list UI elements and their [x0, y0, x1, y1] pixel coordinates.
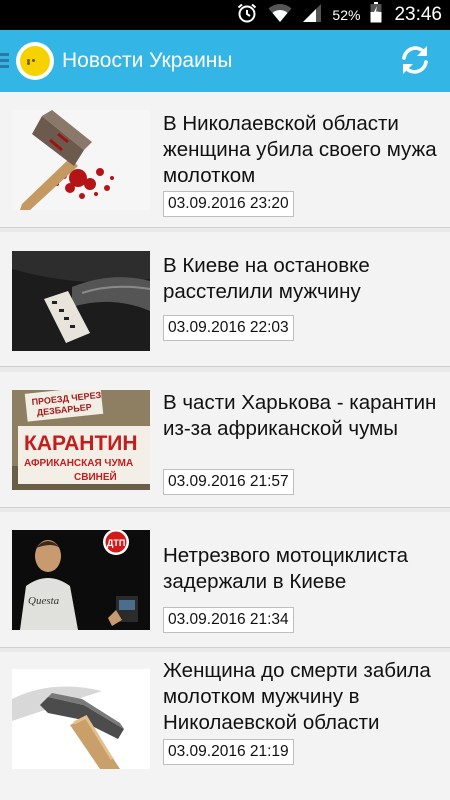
- news-title[interactable]: Нетрезвого мотоциклиста задержали в Киев…: [163, 543, 448, 595]
- alarm-icon: [236, 2, 258, 29]
- battery-icon: [370, 2, 382, 28]
- news-item[interactable]: В Киеве на остановке расстелили мужчину …: [0, 232, 450, 367]
- app-logo-icon[interactable]: [16, 42, 54, 80]
- status-clock: 23:46: [394, 4, 442, 25]
- bloody-hammer-image: [12, 110, 150, 210]
- man-at-night-image: Questa ДТП: [12, 530, 150, 630]
- refresh-icon: [402, 46, 428, 74]
- app-bar: Новости Украины: [0, 30, 450, 92]
- news-title[interactable]: В Киеве на остановке расстелили мужчину: [163, 253, 448, 305]
- news-item[interactable]: Questa ДТП Нетрезвого мотоциклиста задер…: [0, 512, 450, 648]
- news-item[interactable]: Женщина до смерти забила молотком мужчин…: [0, 652, 450, 800]
- dtp-badge: ДТП: [107, 538, 125, 548]
- signal-icon: [302, 3, 322, 28]
- news-thumbnail[interactable]: Questa ДТП: [12, 530, 150, 630]
- news-feed[interactable]: В Николаевской области женщина убила сво…: [0, 92, 450, 800]
- news-item[interactable]: В Николаевской области женщина убила сво…: [0, 92, 450, 228]
- battery-percent: 52%: [332, 7, 361, 23]
- sign-main: КАРАНТИН: [24, 432, 138, 455]
- quarantine-sign-image: ПРОЕЗД ЧЕРЕЗ ДЕЗБАРЬЕР КАРАНТИН АФРИКАНС…: [12, 390, 150, 490]
- news-title[interactable]: Женщина до смерти забила молотком мужчин…: [163, 658, 448, 736]
- drawer-indicator-icon[interactable]: [0, 53, 9, 69]
- news-thumbnail[interactable]: [12, 110, 150, 210]
- shirt-text: Questa: [28, 595, 60, 607]
- app-title: Новости Украины: [62, 49, 233, 72]
- news-title[interactable]: В Николаевской области женщина убила сво…: [163, 111, 448, 189]
- news-title[interactable]: В части Харькова - карантин из-за африка…: [163, 390, 448, 442]
- news-thumbnail[interactable]: [12, 669, 150, 769]
- news-date: 03.09.2016 22:03: [163, 315, 294, 341]
- status-bar: 52% 23:46: [0, 0, 450, 30]
- sign-sub2: СВИНЕЙ: [74, 470, 117, 483]
- refresh-button[interactable]: [398, 43, 432, 77]
- news-item[interactable]: ПРОЕЗД ЧЕРЕЗ ДЕЗБАРЬЕР КАРАНТИН АФРИКАНС…: [0, 372, 450, 508]
- wifi-icon: [268, 3, 292, 28]
- news-date: 03.09.2016 23:20: [163, 191, 294, 217]
- news-thumbnail[interactable]: [12, 251, 150, 351]
- news-date: 03.09.2016 21:34: [163, 607, 294, 633]
- news-date: 03.09.2016 21:19: [163, 739, 294, 765]
- hammer-image: [12, 669, 150, 769]
- news-thumbnail[interactable]: ПРОЕЗД ЧЕРЕЗ ДЕЗБАРЬЕР КАРАНТИН АФРИКАНС…: [12, 390, 150, 490]
- news-date: 03.09.2016 21:57: [163, 469, 294, 495]
- car-evidence-marker-image: [12, 251, 150, 351]
- sign-sub1: АФРИКАНСКАЯ ЧУМА: [24, 458, 133, 469]
